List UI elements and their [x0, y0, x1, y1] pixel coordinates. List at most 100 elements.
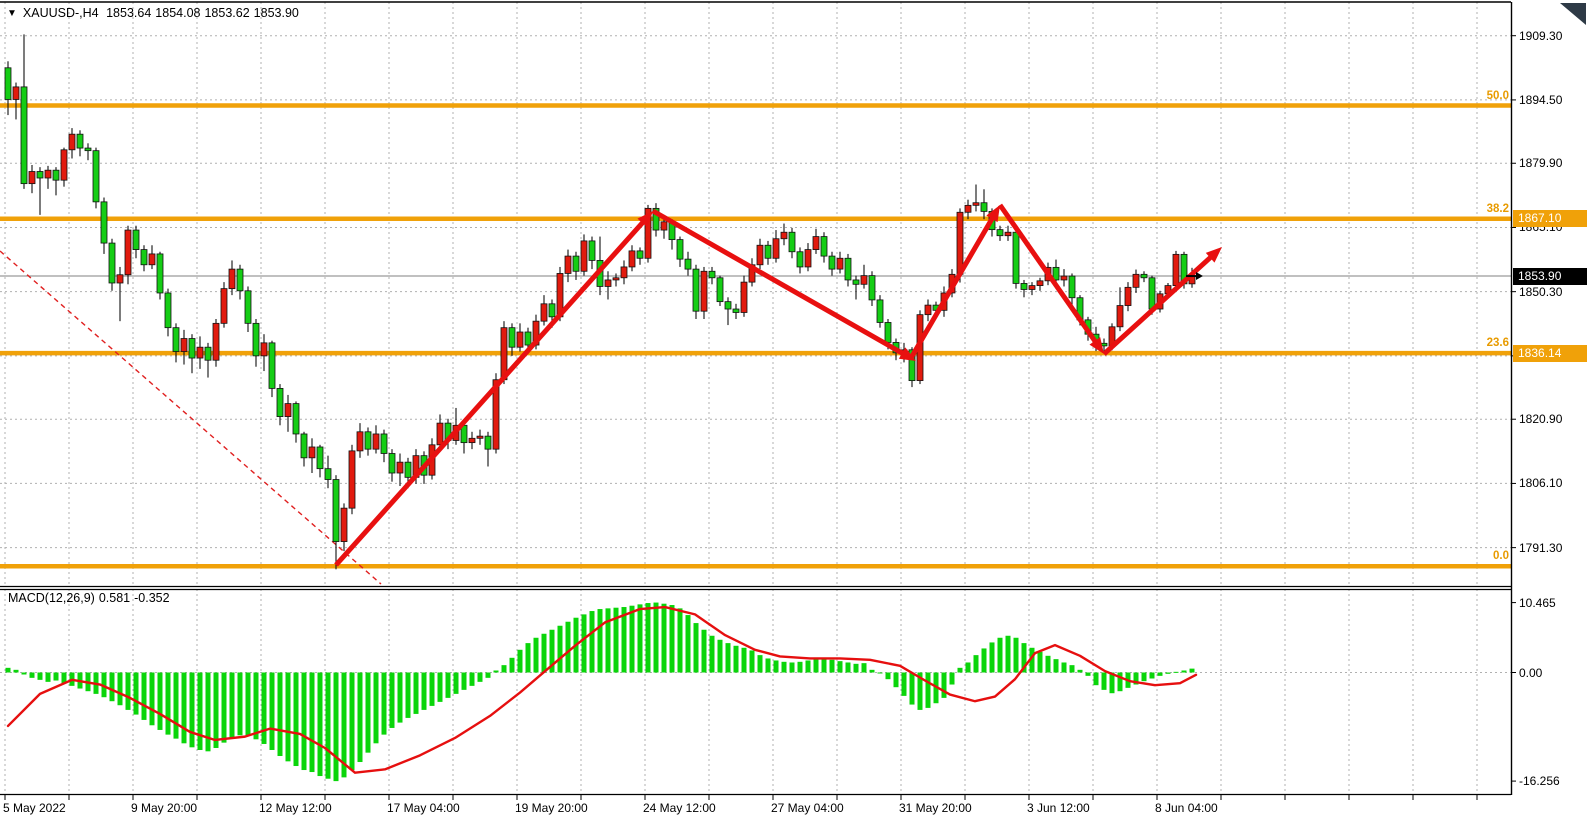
macd-histogram-bar — [1086, 673, 1091, 676]
macd-histogram-bar — [174, 673, 179, 739]
macd-histogram-bar — [950, 673, 955, 685]
candle-body — [741, 282, 747, 312]
macd-histogram-bar — [958, 668, 963, 673]
macd-histogram-bar — [214, 673, 219, 748]
macd-histogram-bar — [662, 604, 667, 673]
macd-histogram-bar — [454, 673, 459, 694]
macd-histogram-bar — [238, 673, 243, 736]
candle-body — [621, 267, 627, 278]
macd-histogram-bar — [502, 665, 507, 672]
macd-histogram-bar — [494, 670, 499, 672]
candle-body — [77, 134, 83, 148]
macd-histogram-bar — [310, 673, 315, 773]
candle-body — [341, 508, 347, 541]
macd-histogram-bar — [750, 650, 755, 672]
macd-histogram-bar — [518, 650, 523, 673]
macd-indicator-label: MACD(12,26,9)0.581-0.352 — [8, 591, 174, 605]
macd-histogram-bar — [558, 626, 563, 673]
candle-body — [773, 239, 779, 259]
macd-histogram-bar — [302, 673, 307, 771]
candle-body — [717, 278, 723, 302]
candle-body — [805, 250, 811, 267]
macd-histogram-bar — [702, 630, 707, 673]
candle-body — [189, 339, 195, 359]
macd-histogram-bar — [654, 603, 659, 673]
candle-body — [245, 291, 251, 324]
macd-histogram-bar — [470, 673, 475, 686]
candle-body — [381, 434, 387, 454]
candle-body — [845, 258, 851, 280]
macd-signal-value: -0.352 — [134, 591, 169, 605]
chart-canvas[interactable] — [0, 0, 1587, 825]
macd-histogram-bar — [1038, 652, 1043, 673]
macd-histogram-bar — [134, 673, 139, 715]
candle-body — [629, 251, 635, 267]
macd-histogram-bar — [710, 636, 715, 673]
macd-histogram-bar — [638, 604, 643, 672]
time-tick-label: 27 May 04:00 — [771, 801, 844, 815]
candle-body — [733, 309, 739, 312]
macd-tick-label: -16.256 — [1519, 774, 1560, 788]
expand-arrow-icon[interactable]: ▼ — [7, 8, 17, 19]
macd-histogram-bar — [294, 673, 299, 767]
candle-body — [957, 212, 963, 274]
macd-histogram-bar — [326, 673, 331, 779]
candle-body — [829, 256, 835, 269]
candle-body — [261, 343, 267, 356]
candle-body — [101, 202, 107, 243]
price-tick-label: 1806.10 — [1519, 476, 1562, 490]
candle-body — [45, 170, 51, 178]
candle-body — [813, 237, 819, 250]
candle-body — [1013, 232, 1019, 283]
macd-histogram-bar — [590, 611, 595, 672]
price-tick-label: 1820.90 — [1519, 412, 1562, 426]
candle-body — [37, 171, 43, 178]
macd-histogram-bar — [1150, 673, 1155, 679]
candle-body — [269, 343, 275, 389]
macd-histogram-bar — [830, 660, 835, 673]
candle-body — [365, 432, 371, 449]
candle-body — [693, 269, 699, 311]
candle-body — [613, 278, 619, 280]
time-tick-label: 19 May 20:00 — [515, 801, 588, 815]
candle-body — [93, 151, 99, 202]
candle-body — [1069, 276, 1075, 298]
candle-body — [685, 259, 691, 269]
candle-body — [349, 451, 355, 508]
current-price-badge: 1853.90 — [1513, 268, 1587, 285]
time-tick-label: 17 May 04:00 — [387, 801, 460, 815]
price-tick-label: 1791.30 — [1519, 541, 1562, 555]
candle-body — [85, 148, 91, 151]
candle-body — [117, 275, 123, 283]
candle-body — [709, 271, 715, 278]
symbol-timeframe-label: XAUUSD-,H4 — [23, 6, 99, 20]
candle-body — [29, 171, 35, 183]
macd-histogram-bar — [198, 673, 203, 750]
macd-histogram-bar — [30, 673, 35, 678]
ohlc-high: 1854.08 — [155, 6, 200, 20]
candle-body — [981, 203, 987, 212]
candle-body — [141, 250, 147, 265]
time-tick-label: 9 May 20:00 — [131, 801, 197, 815]
macd-histogram-bar — [542, 634, 547, 673]
macd-histogram-bar — [1070, 665, 1075, 672]
macd-histogram-bar — [990, 642, 995, 672]
macd-histogram-bar — [902, 673, 907, 696]
candle-body — [397, 462, 403, 473]
candle-body — [517, 332, 523, 347]
macd-histogram-bar — [14, 670, 19, 673]
candle-body — [861, 276, 867, 285]
time-tick-label: 12 May 12:00 — [259, 801, 332, 815]
macd-histogram-bar — [734, 646, 739, 673]
macd-histogram-bar — [446, 673, 451, 698]
candle-body — [437, 423, 443, 445]
candle-body — [925, 305, 931, 315]
macd-histogram-bar — [1062, 662, 1067, 672]
candle-body — [69, 134, 75, 150]
macd-histogram-bar — [1166, 673, 1171, 674]
macd-histogram-bar — [758, 655, 763, 672]
macd-name: MACD(12,26,9) — [8, 591, 95, 605]
candle-body — [309, 447, 315, 458]
macd-histogram-bar — [606, 608, 611, 672]
macd-histogram-bar — [686, 615, 691, 672]
